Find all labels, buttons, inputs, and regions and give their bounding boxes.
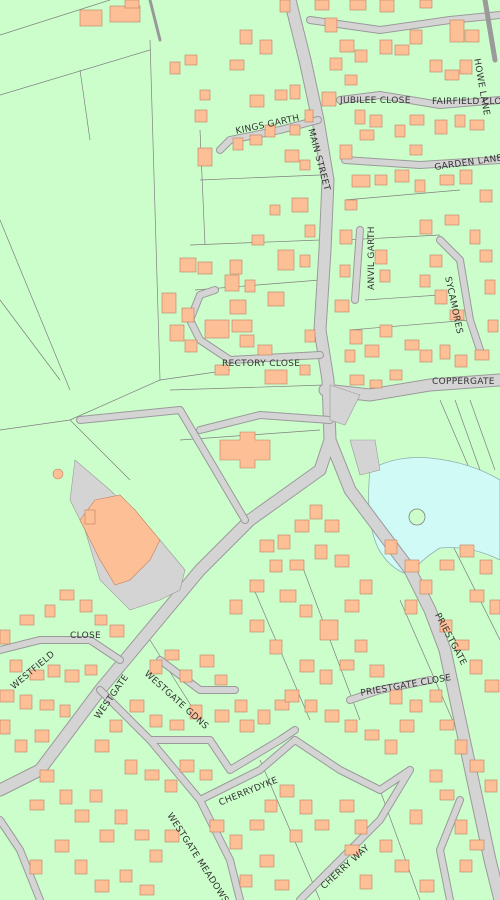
label-anvil-garth: ANVIL GARTH — [367, 226, 377, 290]
pond-island — [408, 508, 426, 526]
label-fairfield-close: FAIRFIELD CLOSE — [432, 97, 500, 107]
small-circle — [52, 468, 64, 480]
label-close: CLOSE — [70, 631, 101, 641]
pond — [368, 457, 500, 576]
map-layer — [0, 0, 500, 900]
label-jubilee-close: JUBILEE CLOSE — [340, 96, 411, 106]
label-rectory-close: RECTORY CLOSE — [222, 359, 301, 369]
label-coppergate: COPPERGATE — [432, 377, 495, 387]
map-canvas[interactable]: KINGS GARTH MAIN STREET JUBILEE CLOSE FA… — [0, 0, 500, 900]
